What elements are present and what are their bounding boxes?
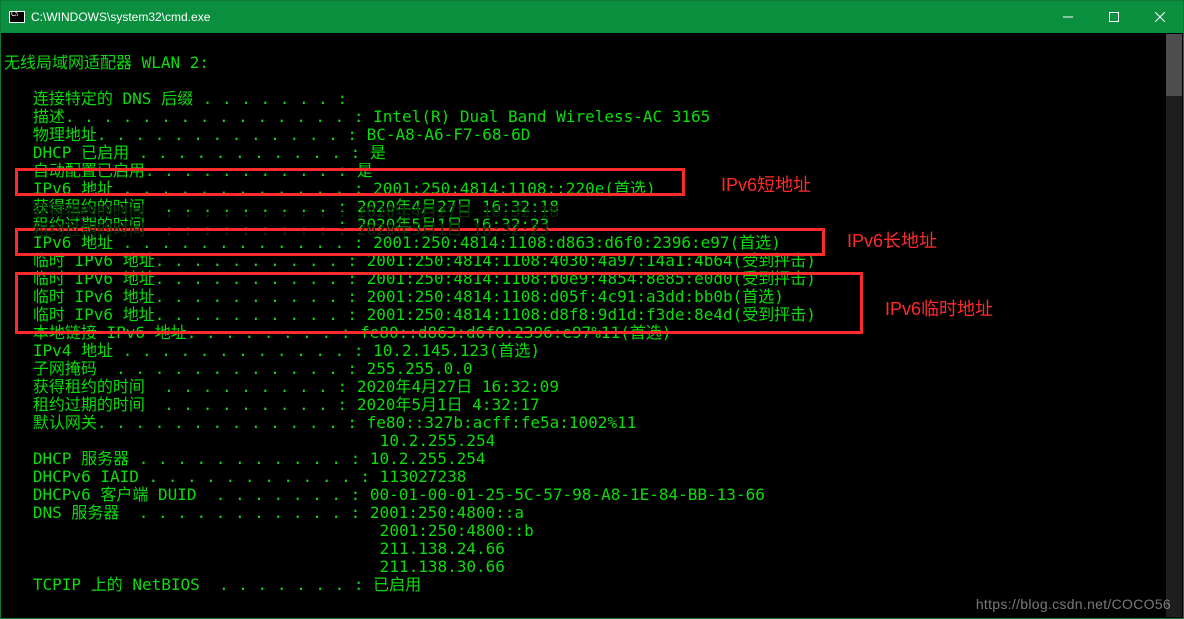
minimize-button[interactable] (1045, 1, 1091, 33)
line-description: 描述. . . . . . . . . . . . . . . : Intel(… (4, 107, 710, 126)
line-dns-suffix: 连接特定的 DNS 后缀 . . . . . . . : (4, 89, 347, 108)
line-temp-ipv6-1: 临时 IPv6 地址. . . . . . . . . . : 2001:250… (4, 269, 816, 288)
line-temp-ipv6-2: 临时 IPv6 地址. . . . . . . . . . : 2001:250… (4, 287, 784, 306)
title-bar[interactable]: C:\WINDOWS\system32\cmd.exe (1, 1, 1183, 33)
terminal-output[interactable]: 无线局域网适配器 WLAN 2: 连接特定的 DNS 后缀 . . . . . … (2, 34, 1182, 617)
line-autoconf: 自动配置已启用. . . . . . . . . . : 是 (4, 161, 373, 180)
cmd-window: C:\WINDOWS\system32\cmd.exe 无线局域网适配器 WLA… (0, 0, 1184, 619)
line-dns1: DNS 服务器 . . . . . . . . . . . : 2001:250… (4, 503, 524, 522)
scrollbar[interactable] (1166, 34, 1182, 617)
window-title: C:\WINDOWS\system32\cmd.exe (31, 10, 210, 24)
cmd-icon (9, 11, 25, 23)
line-lease-obt2: 获得租约的时间 . . . . . . . . . : 2020年4月27日 1… (4, 377, 559, 396)
line-lease-exp2: 租约过期的时间 . . . . . . . . . : 2020年5月1日 4:… (4, 395, 540, 414)
watermark: https://blog.csdn.net/COCO56 (976, 596, 1171, 612)
line-temp-ipv6-0: 临时 IPv6 地址. . . . . . . . . . : 2001:250… (4, 251, 816, 270)
line-mac: 物理地址. . . . . . . . . . . . . : BC-A8-A6… (4, 125, 530, 144)
line-gateway2: 10.2.255.254 (4, 431, 495, 450)
line-dhcpv6-iaid: DHCPv6 IAID . . . . . . . . . . . : 1130… (4, 467, 466, 486)
window-buttons (1045, 1, 1183, 33)
close-button[interactable] (1137, 1, 1183, 33)
line-dns3: 211.138.24.66 (4, 539, 505, 558)
adapter-header: 无线局域网适配器 WLAN 2: (4, 53, 209, 72)
line-ipv6-short: IPv6 地址 . . . . . . . . . . . . : 2001:2… (4, 179, 656, 198)
scrollbar-thumb[interactable] (1166, 34, 1182, 96)
line-temp-ipv6-3: 临时 IPv6 地址. . . . . . . . . . : 2001:250… (4, 305, 816, 324)
line-gateway: 默认网关. . . . . . . . . . . . . : fe80::32… (4, 413, 636, 432)
ghost-line-2: 租约过期的时间 . . . . . . . . . : 2020年5月1日 16… (4, 216, 549, 240)
line-link-local: 本地链接 IPv6 地址. . . . . . . . : fe80::d863… (4, 323, 671, 342)
line-dns2: 2001:250:4800::b (4, 521, 534, 540)
line-subnet: 子网掩码 . . . . . . . . . . . . : 255.255.0… (4, 359, 473, 378)
maximize-button[interactable] (1091, 1, 1137, 33)
line-ipv4: IPv4 地址 . . . . . . . . . . . . : 10.2.1… (4, 341, 540, 360)
line-netbios: TCPIP 上的 NetBIOS . . . . . . . : 已启用 (4, 575, 421, 594)
line-dhcp-enabled: DHCP 已启用 . . . . . . . . . . . : 是 (4, 143, 386, 162)
line-dns4: 211.138.30.66 (4, 557, 505, 576)
line-dhcpv6-duid: DHCPv6 客户端 DUID . . . . . . . : 00-01-00… (4, 485, 765, 504)
line-dhcp-server: DHCP 服务器 . . . . . . . . . . . : 10.2.25… (4, 449, 485, 468)
